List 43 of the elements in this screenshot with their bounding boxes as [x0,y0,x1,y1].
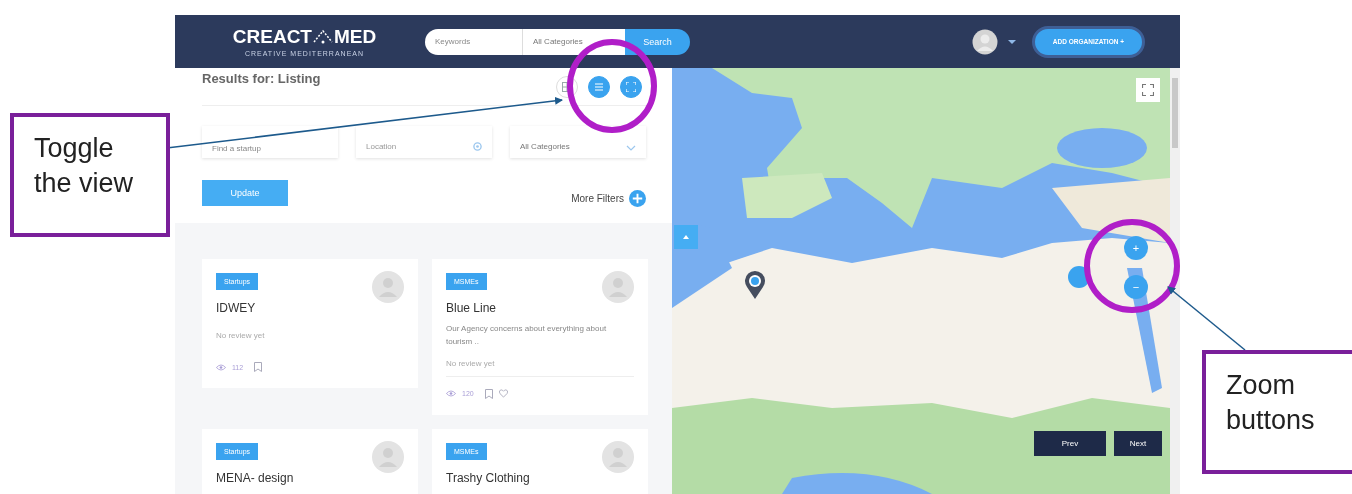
annotation-callout: Zoom buttons [1202,350,1352,474]
eye-icon [446,390,456,398]
review-status: No review yet [446,358,496,368]
map-pin-icon[interactable] [744,270,766,300]
review-status: No review yet [216,331,266,340]
next-button[interactable]: Next [1114,431,1162,456]
logo-text: CREACT [232,26,312,48]
target-icon[interactable] [473,142,482,151]
avatar-icon[interactable] [971,28,998,55]
bookmark-icon[interactable] [254,362,263,372]
listing-title[interactable]: Trashy Clothing [446,470,634,485]
list-view-button[interactable] [588,75,610,98]
caret-icon[interactable] [1007,38,1016,45]
keyword-field[interactable]: Keywords [425,28,523,55]
list-icon[interactable] [594,81,604,92]
logo-text: MED [333,26,377,48]
listing-description: Our Agency concerns about everything about tourism .. [446,323,608,348]
listing-title[interactable]: Blue Line [446,301,634,315]
results-title: Results for: Listing [202,71,321,86]
scrollbar[interactable] [1170,68,1180,494]
avatar-icon [372,440,404,473]
plus-icon[interactable] [629,190,646,207]
avatar-icon [602,440,634,473]
listing-title[interactable]: MENA- design [216,470,404,485]
category-select[interactable]: All Categories [523,28,625,55]
triangle-up-icon[interactable] [683,235,689,239]
more-filters-link[interactable]: More Filters [571,193,624,204]
avatar-icon [372,271,404,303]
avatar-icon [602,271,634,303]
listing-title[interactable]: IDWEY [216,301,404,315]
annotation-callout: Toggle the view [10,113,170,237]
fullscreen-icon[interactable] [1142,84,1154,96]
prev-button[interactable]: Prev [1034,431,1106,456]
heart-icon[interactable] [498,389,508,399]
panel-toggle-button[interactable] [674,225,698,249]
fullscreen-button[interactable] [620,75,642,98]
name-search-field[interactable]: Find a startup [202,126,338,158]
logo-mark-icon [311,28,334,46]
map-fullscreen-button[interactable] [1136,78,1160,102]
eye-icon [216,363,226,371]
bookmark-icon[interactable] [484,388,493,399]
category-dropdown[interactable]: All Categories [510,126,646,158]
chevron-down-icon[interactable] [626,145,636,151]
